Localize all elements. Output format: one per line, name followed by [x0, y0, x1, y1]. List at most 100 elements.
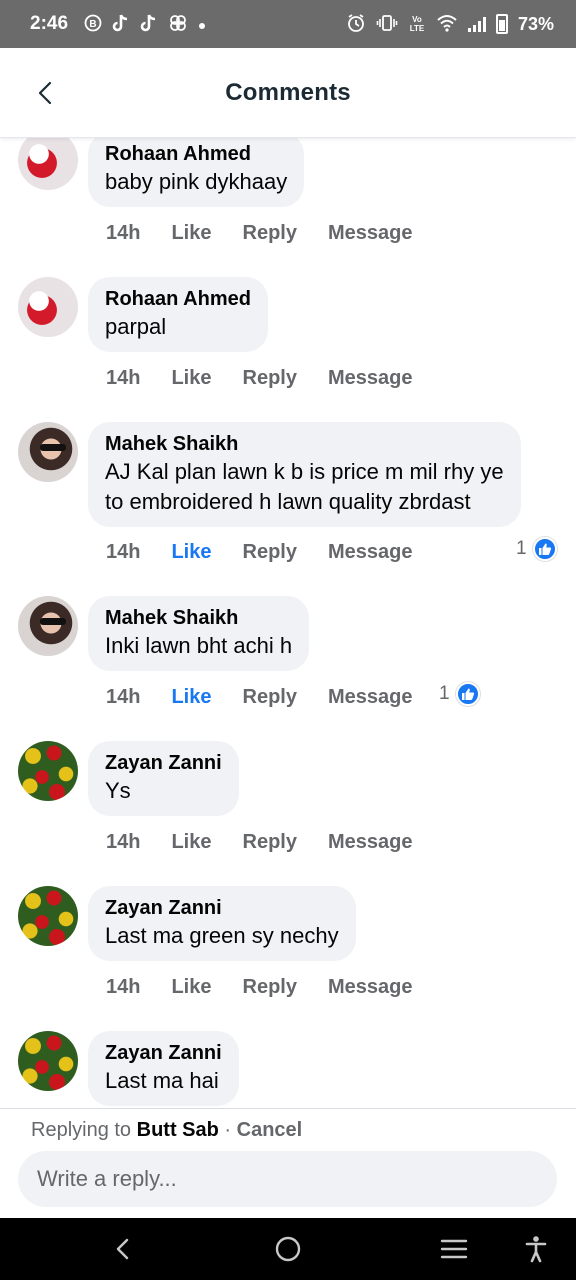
comment-text: baby pink dykhaay	[105, 169, 288, 194]
message-button[interactable]: Message	[328, 541, 413, 564]
reaction-count[interactable]: 1	[516, 537, 557, 561]
comment-time[interactable]: 14h	[106, 831, 140, 854]
reply-button[interactable]: Reply	[243, 686, 297, 709]
comment-bubble[interactable]: Mahek Shaikh AJ Kal plan lawn k b is pri…	[88, 422, 521, 527]
like-button[interactable]: Like	[171, 367, 211, 390]
accessibility-icon	[525, 1236, 547, 1263]
b-circle-icon: B	[84, 14, 102, 35]
like-button[interactable]: Like	[171, 976, 211, 999]
comment-time[interactable]: 14h	[106, 541, 140, 564]
nav-home-button[interactable]	[271, 1232, 305, 1266]
comment-actions: 14h Like Reply Message	[106, 972, 443, 1002]
vibrate-icon	[376, 14, 398, 35]
comments-header: Comments	[0, 48, 576, 138]
back-button[interactable]	[28, 76, 62, 110]
reply-button[interactable]: Reply	[243, 976, 297, 999]
comment-text-line: AJ Kal plan lawn k b is price m mil rhy …	[105, 459, 504, 484]
nav-back-button[interactable]	[106, 1232, 140, 1266]
back-icon	[116, 1238, 129, 1260]
avatar[interactable]	[18, 277, 78, 337]
comment-actions: 14h Like Reply Message	[106, 827, 443, 857]
comment-actions: 14h Like Reply Message	[106, 537, 443, 567]
comment-actions: 14h Like Reply Message	[106, 363, 443, 393]
like-button[interactable]: Like	[171, 541, 211, 564]
reply-input[interactable]	[18, 1151, 557, 1207]
thumbs-up-icon	[532, 537, 557, 561]
nav-recents-button[interactable]	[437, 1232, 471, 1266]
avatar[interactable]	[18, 138, 78, 190]
battery-icon	[495, 14, 508, 34]
battery-percent: 73%	[517, 13, 554, 34]
status-right: Vo LTE 73%	[346, 13, 554, 36]
chevron-left-icon	[38, 81, 52, 105]
home-icon	[275, 1236, 301, 1262]
like-button[interactable]: Like	[171, 831, 211, 854]
reaction-count[interactable]: 1	[439, 682, 480, 706]
message-button[interactable]: Message	[328, 367, 413, 390]
tiktok-icon	[140, 13, 158, 36]
comment-text: Last ma green sy nechy	[105, 923, 339, 948]
comment-text-line: to embroidered h lawn quality zbrdast	[105, 489, 471, 514]
comment-bubble[interactable]: Zayan Zanni Last ma hai	[88, 1031, 239, 1106]
comment-author[interactable]: Zayan Zanni	[105, 895, 339, 921]
status-left: 2:46 B	[30, 13, 206, 36]
avatar[interactable]	[18, 741, 78, 801]
comment-bubble[interactable]: Mahek Shaikh Inki lawn bht achi h	[88, 596, 310, 671]
dot-icon	[198, 15, 206, 33]
message-button[interactable]: Message	[328, 686, 413, 709]
comment-time[interactable]: 14h	[106, 976, 140, 999]
comment-author[interactable]: Mahek Shaikh	[105, 605, 292, 631]
reply-button[interactable]: Reply	[243, 831, 297, 854]
comment-text: Last ma hai	[105, 1068, 219, 1093]
cancel-reply-button[interactable]: Cancel	[237, 1119, 303, 1141]
pinwheel-icon	[168, 13, 188, 36]
nav-accessibility-button[interactable]	[519, 1232, 553, 1266]
like-button[interactable]: Like	[171, 222, 211, 245]
comment-author[interactable]: Rohaan Ahmed	[105, 286, 251, 312]
comment-actions: 14h Like Reply Message	[106, 682, 443, 712]
avatar[interactable]	[18, 886, 78, 946]
alarm-icon	[346, 13, 366, 36]
message-button[interactable]: Message	[328, 831, 413, 854]
comment-author[interactable]: Zayan Zanni	[105, 1040, 222, 1066]
comment-author[interactable]: Zayan Zanni	[105, 750, 222, 776]
thumbs-up-icon	[455, 682, 480, 706]
like-button[interactable]: Like	[171, 686, 211, 709]
comment-bubble[interactable]: Zayan Zanni Ys	[88, 741, 239, 816]
comment-text: Ys	[105, 778, 131, 803]
system-nav-bar	[0, 1218, 576, 1280]
avatar[interactable]	[18, 1031, 78, 1091]
reaction-number: 1	[439, 683, 450, 704]
comment-text: Inki lawn bht achi h	[105, 633, 293, 658]
message-button[interactable]: Message	[328, 976, 413, 999]
replying-prefix: Replying to	[31, 1119, 132, 1141]
avatar[interactable]	[18, 596, 78, 656]
reply-button[interactable]: Reply	[243, 222, 297, 245]
comments-list[interactable]: Rohaan Ahmed baby pink dykhaay 14h Like …	[0, 138, 576, 1108]
page-title: Comments	[225, 78, 351, 106]
svg-text:Vo: Vo	[412, 15, 422, 24]
reaction-number: 1	[516, 538, 527, 559]
svg-text:B: B	[89, 19, 96, 30]
replying-to-name: Butt Sab	[136, 1119, 219, 1141]
comment-author[interactable]: Mahek Shaikh	[105, 431, 504, 457]
comment-time[interactable]: 14h	[106, 367, 140, 390]
comment-text: parpal	[105, 314, 167, 339]
avatar[interactable]	[18, 422, 78, 482]
comment-time[interactable]: 14h	[106, 686, 140, 709]
reply-button[interactable]: Reply	[243, 367, 297, 390]
reply-button[interactable]: Reply	[243, 541, 297, 564]
wifi-icon	[436, 14, 458, 35]
comment-bubble[interactable]: Rohaan Ahmed parpal	[88, 277, 268, 352]
reply-composer: Replying to Butt Sab · Cancel	[0, 1108, 576, 1218]
volte-icon: Vo LTE	[408, 13, 426, 36]
comment-bubble[interactable]: Zayan Zanni Last ma green sy nechy	[88, 886, 356, 961]
comment-time[interactable]: 14h	[106, 222, 140, 245]
message-button[interactable]: Message	[328, 222, 413, 245]
comment-actions: 14h Like Reply Message	[106, 218, 443, 248]
signal-icon	[467, 16, 486, 32]
status-time: 2:46	[30, 13, 69, 34]
comment-bubble[interactable]: Rohaan Ahmed baby pink dykhaay	[88, 138, 305, 207]
status-bar: 2:46 B Vo LTE 73%	[0, 0, 576, 48]
comment-author[interactable]: Rohaan Ahmed	[105, 141, 287, 167]
